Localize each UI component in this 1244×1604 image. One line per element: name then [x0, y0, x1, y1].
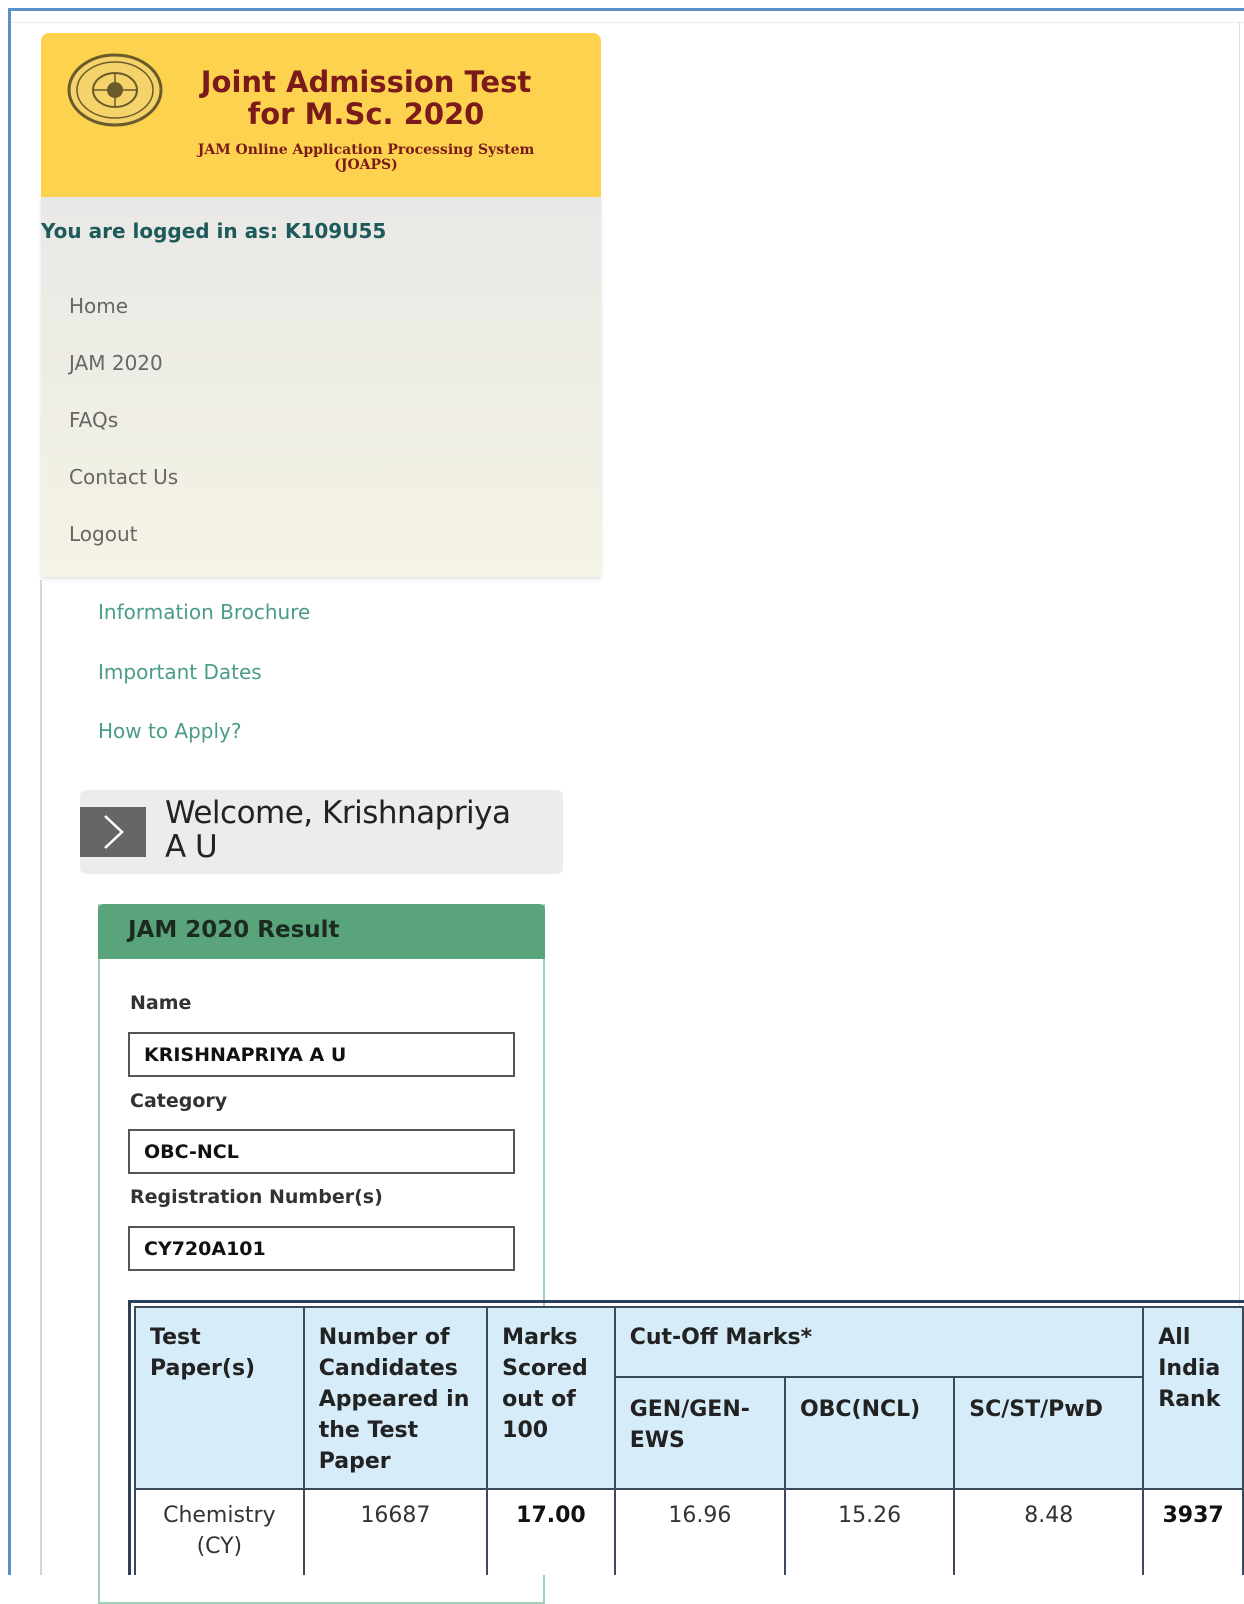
site-title-line2: for M.Sc. 2020: [247, 97, 485, 131]
td-test-paper: Chemistry (CY): [134, 1488, 305, 1575]
result-card-header: JAM 2020 Result: [98, 904, 545, 959]
table-header-row: Test Paper(s) Number of Candidates Appea…: [134, 1306, 1244, 1490]
name-value: KRISHNAPRIYA A U: [144, 1044, 347, 1066]
nav-item-logout[interactable]: Logout: [69, 522, 137, 546]
result-title: JAM 2020 Result: [128, 917, 340, 943]
site-title-line1: Joint Admission Test: [200, 65, 532, 99]
category-label: Category: [130, 1090, 228, 1112]
td-sc: 8.48: [953, 1488, 1145, 1575]
name-field[interactable]: KRISHNAPRIYA A U: [128, 1032, 515, 1077]
td-gen: 16.96: [613, 1488, 786, 1575]
nav-item-home[interactable]: Home: [69, 294, 128, 318]
name-label: Name: [130, 992, 192, 1014]
right-divider: [1239, 22, 1240, 1312]
nav-item-contact-us[interactable]: Contact Us: [69, 465, 178, 489]
td-rank: 3937: [1142, 1488, 1244, 1575]
chevron-right-icon: [104, 815, 124, 849]
table-row: Chemistry (CY) 16687 17.00 16.96 15.26 8…: [134, 1488, 1244, 1575]
th-candidates: Number of Candidates Appeared in the Tes…: [302, 1306, 489, 1490]
content-left-border: [40, 580, 42, 1575]
th-rank: All India Rank: [1142, 1306, 1244, 1490]
welcome-text: Welcome, Krishnapriya A U: [165, 796, 555, 864]
link-important-dates[interactable]: Important Dates: [98, 660, 262, 684]
result-table-wrapper: Test Paper(s) Number of Candidates Appea…: [128, 1300, 1244, 1575]
category-value: OBC-NCL: [144, 1141, 239, 1163]
th-obc: OBC(NCL): [783, 1376, 956, 1490]
nav-panel: You are logged in as: K109U55 Home JAM 2…: [41, 197, 601, 577]
nav-item-jam-2020[interactable]: JAM 2020: [69, 351, 163, 375]
welcome-line1: Welcome, Krishnapriya: [165, 795, 511, 831]
welcome-line2: A U: [165, 829, 218, 865]
th-sc: SC/ST/PwD: [953, 1376, 1145, 1490]
link-how-to-apply[interactable]: How to Apply?: [98, 719, 242, 743]
category-field[interactable]: OBC-NCL: [128, 1129, 515, 1174]
iit-emblem-icon: [67, 53, 163, 127]
site-subtitle-line1: JAM Online Application Processing System: [197, 142, 535, 158]
site-subtitle-line2: (JOAPS): [334, 157, 398, 173]
welcome-arrow-button[interactable]: [80, 807, 146, 857]
th-test-paper: Test Paper(s): [134, 1306, 305, 1490]
site-header: Joint Admission Test for M.Sc. 2020 JAM …: [41, 33, 601, 197]
site-title: Joint Admission Test for M.Sc. 2020: [181, 66, 551, 130]
logged-in-label: You are logged in as: K109U55: [41, 219, 387, 243]
site-subtitle: JAM Online Application Processing System…: [141, 143, 591, 173]
th-gen: GEN/GEN-EWS: [613, 1376, 786, 1490]
top-divider: [11, 22, 1244, 23]
nav-item-faqs[interactable]: FAQs: [69, 408, 118, 432]
td-marks: 17.00: [486, 1488, 616, 1575]
registration-number-label: Registration Number(s): [130, 1186, 383, 1208]
td-obc: 15.26: [783, 1488, 956, 1575]
result-table: Test Paper(s) Number of Candidates Appea…: [134, 1306, 1244, 1575]
link-information-brochure[interactable]: Information Brochure: [98, 600, 310, 624]
th-cutoff: Cut-Off Marks*: [613, 1306, 1145, 1378]
registration-number-value: CY720A101: [144, 1238, 266, 1260]
registration-number-field[interactable]: CY720A101: [128, 1226, 515, 1271]
td-candidates: 16687: [302, 1488, 489, 1575]
th-marks: Marks Scored out of 100: [486, 1306, 616, 1490]
welcome-banner: Welcome, Krishnapriya A U: [80, 790, 563, 874]
